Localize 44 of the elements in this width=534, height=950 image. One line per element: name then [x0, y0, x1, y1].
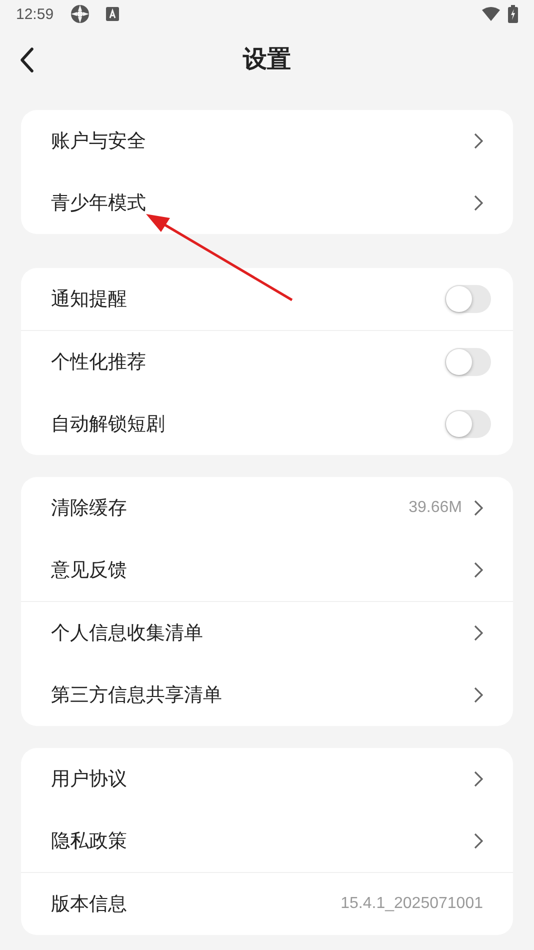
row-label: 用户协议 — [51, 767, 127, 792]
row-label: 通知提醒 — [51, 287, 127, 312]
pinwheel-icon — [70, 4, 90, 24]
page-title: 设置 — [243, 44, 291, 75]
row-label: 清除缓存 — [51, 496, 127, 521]
row-label: 隐私政策 — [51, 829, 127, 854]
wifi-icon — [482, 7, 500, 21]
settings-row[interactable]: 账户与安全 — [21, 110, 513, 172]
settings-row[interactable]: 清除缓存 39.66M — [21, 477, 513, 539]
row-label: 个性化推荐 — [51, 350, 146, 375]
row-value: 39.66M — [408, 499, 462, 517]
row-label: 个人信息收集清单 — [51, 621, 203, 646]
row-label: 自动解锁短剧 — [51, 412, 165, 437]
chevron-right-icon — [474, 771, 483, 787]
chevron-right-icon — [474, 562, 483, 578]
settings-row[interactable]: 通知提醒 — [21, 268, 513, 330]
toggle-switch[interactable] — [445, 410, 491, 438]
settings-row[interactable]: 青少年模式 — [21, 172, 513, 234]
chevron-left-icon — [20, 47, 34, 73]
chevron-right-icon — [474, 625, 483, 641]
settings-row[interactable]: 意见反馈 — [21, 539, 513, 601]
toggle-switch[interactable] — [445, 348, 491, 376]
settings-row[interactable]: 个性化推荐 — [21, 330, 513, 393]
row-label: 第三方信息共享清单 — [51, 683, 222, 708]
settings-row[interactable]: 第三方信息共享清单 — [21, 664, 513, 726]
settings-row[interactable]: 隐私政策 — [21, 810, 513, 872]
row-label: 版本信息 — [51, 892, 127, 917]
status-time: 12:59 — [16, 6, 54, 22]
chevron-right-icon — [474, 833, 483, 849]
row-label: 账户与安全 — [51, 129, 146, 154]
chevron-right-icon — [474, 500, 483, 516]
toggle-switch[interactable] — [445, 285, 491, 313]
row-value: 15.4.1_2025071001 — [340, 895, 483, 913]
settings-row[interactable]: 自动解锁短剧 — [21, 393, 513, 455]
chevron-right-icon — [474, 687, 483, 703]
row-label: 意见反馈 — [51, 558, 127, 583]
chevron-right-icon — [474, 195, 483, 211]
settings-row[interactable]: 版本信息 15.4.1_2025071001 — [21, 872, 513, 935]
row-label: 青少年模式 — [51, 191, 146, 216]
battery-icon — [508, 5, 518, 23]
settings-row[interactable]: 用户协议 — [21, 748, 513, 810]
keyboard-icon — [106, 7, 119, 21]
chevron-right-icon — [474, 133, 483, 149]
settings-row[interactable]: 个人信息收集清单 — [21, 601, 513, 664]
